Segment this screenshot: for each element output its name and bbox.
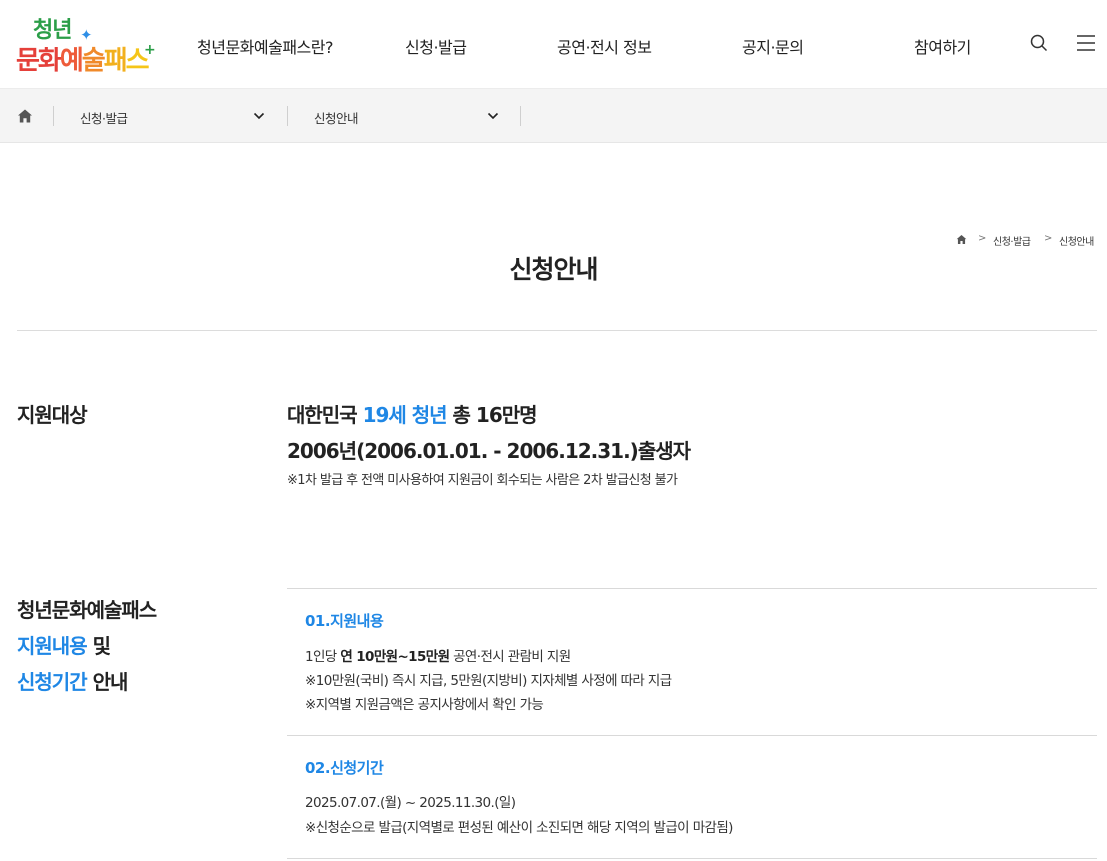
hamburger-menu-icon[interactable] [1077,34,1095,52]
gnb-item-apply[interactable]: 신청·발급 [405,34,467,58]
support-amount-text: 1인당 연 10만원~15만원 공연·전시 관람비 지원 [305,649,571,665]
home-icon[interactable] [17,108,33,124]
depth2-select-label[interactable]: 신청안내 [314,108,359,127]
divider [53,106,54,126]
page-title: 신청안내 [509,255,598,284]
gnb-item-participate[interactable]: 참여하기 [914,34,971,58]
breadcrumb-home-icon[interactable] [956,234,967,245]
gnb-item-about[interactable]: 청년문화예술패스란? [197,34,333,58]
logo-plus-icon: + [144,42,156,58]
site-logo[interactable]: 청년 ✦ 문화예술패스 + [16,12,156,76]
info-section-label: 청년문화예술패스 지원내용 및 신청기간 안내 [17,598,157,694]
divider [287,858,1097,859]
site-header: 청년 ✦ 문화예술패스 + 청년문화예술패스란? 신청·발급 공연·전시 정보 … [0,0,1107,88]
application-period-dates: 2025.07.07.(월) ~ 2025.11.30.(일) [305,795,516,811]
support-note: ※10만원(국비) 즉시 지급, 5만원(지방비) 지자체별 사정에 따라 지급 [305,673,672,689]
support-note: ※지역별 지원금액은 공지사항에서 확인 가능 [305,697,544,713]
divider [287,735,1097,736]
breadcrumb-separator-icon: > [1044,233,1053,244]
sub-navigation: 신청·발급 신청안내 [0,88,1107,143]
chevron-down-icon[interactable] [487,110,499,122]
support-content-title: 01.지원내용 [305,612,384,630]
target-birth-range: 2006년(2006.01.01. - 2006.12.31.)출생자 [287,439,691,463]
gnb-item-shows[interactable]: 공연·전시 정보 [557,34,652,58]
chevron-down-icon[interactable] [253,110,265,122]
divider [287,106,288,126]
target-section-label: 지원대상 [17,403,88,427]
divider [520,106,521,126]
breadcrumb-item: 신청안내 [1059,237,1094,248]
target-note: ※1차 발급 후 전액 미사용하여 지원금이 회수되는 사람은 2차 발급신청 … [287,473,678,488]
gnb-item-notice[interactable]: 공지·문의 [742,34,804,58]
breadcrumb-separator-icon: > [978,233,987,244]
application-period-note: ※신청순으로 발급(지역별로 편성된 예산이 소진되면 해당 지역의 발급이 마… [305,820,733,836]
target-description: 대한민국 19세 청년 총 16만명 [287,403,538,427]
divider [287,588,1097,589]
logo-text-line2: 문화예술패스 [16,46,150,76]
depth1-select-label[interactable]: 신청·발급 [80,108,128,127]
search-icon[interactable] [1030,34,1048,52]
title-divider [17,330,1097,331]
application-period-title: 02.신청기간 [305,759,384,777]
breadcrumb-item[interactable]: 신청·발급 [993,233,1031,248]
